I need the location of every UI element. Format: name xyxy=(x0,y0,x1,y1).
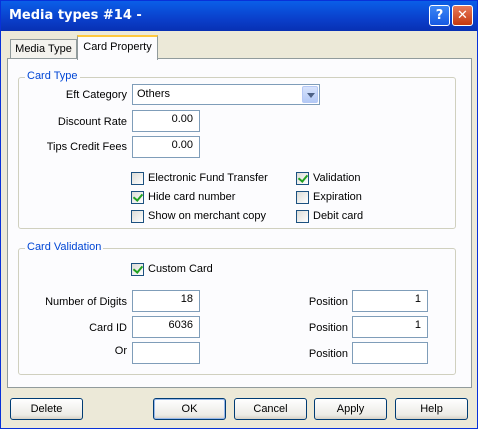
validation-label: Validation xyxy=(313,172,361,184)
delete-button[interactable]: Delete xyxy=(10,398,83,420)
eft-category-label: Eft Category xyxy=(65,89,127,101)
number-of-digits-field[interactable]: 18 xyxy=(132,290,200,312)
tab-panel-card-property: Card Type Eft Category Others Discount R… xyxy=(7,58,472,388)
or-field[interactable] xyxy=(132,342,200,364)
cancel-button[interactable]: Cancel xyxy=(234,398,307,420)
eft-category-select[interactable]: Others xyxy=(132,84,320,105)
hide-card-number-label: Hide card number xyxy=(148,191,236,203)
tips-credit-fees-field[interactable]: 0.00 xyxy=(132,136,200,158)
window-title: Media types #14 - xyxy=(9,8,142,23)
tips-credit-fees-label: Tips Credit Fees xyxy=(46,141,127,153)
help-button[interactable]: Help xyxy=(395,398,468,420)
title-bar[interactable]: Media types #14 - ? ✕ xyxy=(1,1,477,31)
eft-category-value: Others xyxy=(137,88,171,100)
tab-card-property[interactable]: Card Property xyxy=(77,35,158,60)
custom-card-label: Custom Card xyxy=(148,263,213,275)
or-label: Or xyxy=(114,345,127,357)
tab-media-type[interactable]: Media Type xyxy=(10,39,77,59)
custom-card-checkbox[interactable] xyxy=(131,263,144,276)
eft-checkbox[interactable] xyxy=(131,172,144,185)
ok-button[interactable]: OK xyxy=(153,398,226,420)
media-types-dialog: Media types #14 - ? ✕ Media Type Card Pr… xyxy=(0,0,478,429)
card-validation-title: Card Validation xyxy=(25,241,104,253)
position-field-3[interactable] xyxy=(352,342,428,364)
discount-rate-field[interactable]: 0.00 xyxy=(132,110,200,132)
card-id-label: Card ID xyxy=(89,322,127,334)
help-title-button[interactable]: ? xyxy=(429,5,450,26)
position-field-1[interactable]: 1 xyxy=(352,290,428,312)
card-type-title: Card Type xyxy=(25,70,80,82)
validation-checkbox[interactable] xyxy=(296,172,309,185)
chevron-down-icon[interactable] xyxy=(302,86,318,103)
debit-card-label: Debit card xyxy=(313,210,364,222)
discount-rate-label: Discount Rate xyxy=(57,116,127,128)
position-label-3: Position xyxy=(308,348,348,360)
expiration-label: Expiration xyxy=(313,191,362,203)
card-id-field[interactable]: 6036 xyxy=(132,316,200,338)
show-merchant-copy-label: Show on merchant copy xyxy=(148,210,267,222)
hide-card-number-checkbox[interactable] xyxy=(131,191,144,204)
eft-checkbox-label: Electronic Fund Transfer xyxy=(148,172,268,184)
debit-card-checkbox[interactable] xyxy=(296,210,309,223)
show-merchant-copy-checkbox[interactable] xyxy=(131,210,144,223)
number-of-digits-label: Number of Digits xyxy=(45,296,127,308)
apply-button[interactable]: Apply xyxy=(314,398,387,420)
position-label-2: Position xyxy=(308,322,348,334)
close-button[interactable]: ✕ xyxy=(452,5,473,26)
position-field-2[interactable]: 1 xyxy=(352,316,428,338)
expiration-checkbox[interactable] xyxy=(296,191,309,204)
position-label-1: Position xyxy=(308,296,348,308)
